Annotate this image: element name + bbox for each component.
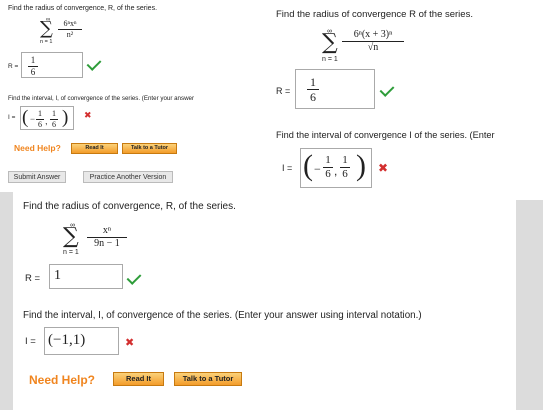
talk-to-tutor-button[interactable]: Talk to a Tutor <box>122 143 177 154</box>
r-label: R = <box>25 273 41 284</box>
i-answer-field[interactable]: ( − 16 , 16 ) <box>300 148 372 188</box>
need-help-label: Need Help? <box>29 373 96 387</box>
i-upper-den: 6 <box>52 120 56 129</box>
practice-another-version-button[interactable]: Practice Another Version <box>83 171 173 183</box>
i-upper-fraction: 16 <box>50 110 58 129</box>
series-term: 6ⁿxⁿ n² <box>58 20 82 39</box>
minus-sign: − <box>30 114 36 124</box>
i-lower-fraction: 16 <box>36 110 44 129</box>
question-panel-2: Find the radius of convergence R of the … <box>268 0 543 200</box>
term-numerator: 6ⁿ(x + 3)ⁿ <box>353 29 393 40</box>
paren-open: ( <box>22 107 29 128</box>
r-answer-field[interactable]: 1 6 <box>21 52 83 78</box>
i-upper-num: 1 <box>52 109 56 118</box>
term-denominator: n² <box>66 30 74 39</box>
question-panel-1: Find the radius of convergence, R, of th… <box>0 0 268 192</box>
sum-lower-limit: n = 1 <box>63 249 79 256</box>
r-label: R = <box>276 86 291 96</box>
r-label: R = <box>8 63 19 70</box>
submit-answer-button[interactable]: Submit Answer <box>8 171 66 183</box>
r-answer-field[interactable]: 1 <box>49 264 123 289</box>
r-numerator: 1 <box>310 75 316 89</box>
term-denominator: √n <box>367 42 379 53</box>
i-label: I = <box>8 114 16 121</box>
r-denominator: 6 <box>310 90 316 104</box>
paren-open: ( <box>303 149 313 182</box>
i-answer-field[interactable]: (−1,1) <box>44 327 119 355</box>
check-icon <box>86 56 102 71</box>
r-numerator: 1 <box>30 55 36 65</box>
r-fraction: 1 6 <box>28 56 38 77</box>
minus-sign: − <box>314 162 321 176</box>
x-icon: ✖ <box>378 161 389 175</box>
x-icon: ✖ <box>84 111 92 121</box>
interval-question: Find the interval, I, of convergence of … <box>23 310 422 321</box>
series-term: 6ⁿ(x + 3)ⁿ √n <box>342 30 404 53</box>
i-upper-den: 6 <box>342 168 348 180</box>
need-help-label: Need Help? <box>14 143 61 153</box>
paren-close: ) <box>62 107 69 128</box>
talk-to-tutor-button[interactable]: Talk to a Tutor <box>174 372 242 386</box>
i-label: I = <box>25 336 36 347</box>
check-icon <box>379 82 395 97</box>
sigma-symbol: ∑ <box>40 18 53 39</box>
question-text: Find the radius of convergence, R, of th… <box>23 201 236 212</box>
read-it-button[interactable]: Read It <box>113 372 164 386</box>
i-lower-num: 1 <box>38 109 42 118</box>
sum-lower-limit: n = 1 <box>40 39 53 45</box>
read-it-button[interactable]: Read It <box>71 143 118 154</box>
series-term: xⁿ 9n − 1 <box>87 226 127 249</box>
i-value: (−1,1) <box>48 332 86 348</box>
question-text: Find the radius of convergence, R, of th… <box>8 5 158 12</box>
r-denominator: 6 <box>30 67 36 77</box>
sigma-symbol: ∑ <box>63 224 79 249</box>
check-icon <box>126 270 142 285</box>
x-icon: ✖ <box>125 336 135 349</box>
comma: , <box>334 164 338 178</box>
question-panel-3: Find the radius of convergence, R, of th… <box>13 192 516 410</box>
sum-lower-limit: n = 1 <box>322 56 338 63</box>
question-text: Find the radius of convergence R of the … <box>276 9 473 20</box>
i-label: I = <box>282 163 293 173</box>
r-fraction: 1 6 <box>307 76 319 103</box>
term-numerator: 6ⁿxⁿ <box>63 19 77 28</box>
r-answer-field[interactable]: 1 6 <box>295 69 375 109</box>
comma: , <box>45 116 48 126</box>
term-denominator: 9n − 1 <box>94 238 120 249</box>
i-upper-fraction: 16 <box>340 155 350 180</box>
sigma-symbol: ∑ <box>322 30 338 55</box>
i-upper-num: 1 <box>342 154 348 166</box>
i-lower-den: 6 <box>325 168 331 180</box>
i-answer-field[interactable]: ( − 16 , 16 ) <box>20 106 74 130</box>
interval-question: Find the interval of convergence I of th… <box>276 130 495 140</box>
paren-close: ) <box>356 149 366 182</box>
i-lower-num: 1 <box>325 154 331 166</box>
i-lower-den: 6 <box>38 120 42 129</box>
r-value: 1 <box>54 268 61 283</box>
interval-question: Find the interval, I, of convergence of … <box>8 95 195 102</box>
i-lower-fraction: 16 <box>323 155 333 180</box>
term-numerator: xⁿ <box>102 225 112 236</box>
